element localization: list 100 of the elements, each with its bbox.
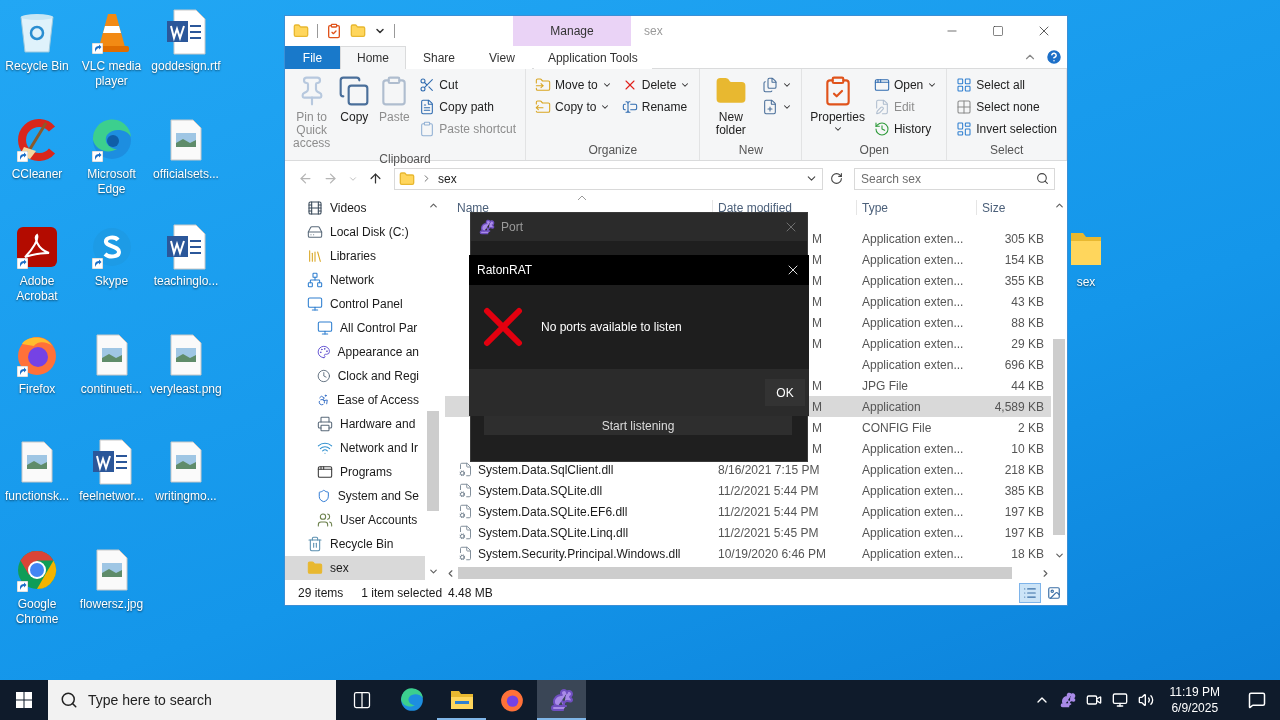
nav-item[interactable]: Network [285,268,425,292]
swirl-icon [399,688,424,712]
date-modified: 11/2/2021 5:44 PM [717,504,820,519]
up-icon [368,171,383,186]
trash-icon [307,536,323,552]
column-header[interactable]: Size [976,200,1048,215]
nav-item[interactable]: Local Disk (C:) [285,220,425,244]
scrollbar-thumb[interactable] [427,411,439,511]
file-type: Application exten... [861,273,965,288]
network-monitor-icon [1111,692,1128,708]
ribbon-button[interactable]: Delete [618,75,694,95]
back-icon [298,171,313,186]
file-row[interactable]: System.Data.SQLite.dll 11/2/2021 5:44 PM Application exten... 385 KB [445,480,1051,501]
ribbon-button[interactable]: Rename [618,97,694,117]
date-modified: M [812,420,822,435]
file-row[interactable]: System.Data.SQLite.EF6.dll 11/2/2021 5:44 PM Application exten... 197 KB [445,501,1051,522]
clock[interactable]: 11:19 PM 6/9/2025 [1161,684,1228,716]
ribbon-button[interactable]: Select none [953,97,1060,117]
nav-item[interactable]: Clock and Regi [285,364,425,388]
grid-icon [956,99,973,115]
file-name: System.Data.SQLite.EF6.dll [478,504,628,519]
file-row[interactable]: System.Security.Principal.Windows.dll 10/19/2020 6:46 PM Application exten... 18 KB [445,543,1051,564]
column-header[interactable]: Name [451,200,712,215]
nav-item[interactable]: sex [285,556,425,580]
search-icon [1036,171,1049,185]
horizontal-scrollbar[interactable] [445,565,1051,581]
column-header[interactable]: Type [856,200,976,215]
search-field[interactable]: Type here to search [48,680,336,720]
ribbon-button[interactable]: Invert selection [953,119,1060,139]
ribbon-button[interactable]: New folder [706,73,756,143]
nav-item[interactable]: User Accounts [285,508,425,532]
ribbon-button[interactable]: Select all [953,75,1060,95]
file-name: System.Security.Principal.Windows.dll [478,546,681,561]
ribbon-button[interactable]: Open [870,75,941,95]
ribbon-tab[interactable]: File [285,46,340,69]
window-title: sex [643,23,664,40]
program-icon [317,464,333,480]
caret-icon [600,102,611,112]
speaker-icon [1137,692,1154,708]
gear-file-icon [458,462,473,477]
palette-icon [317,344,331,360]
chat-app-icon [90,226,133,268]
nav-item[interactable]: Videos [285,196,425,220]
nav-item[interactable]: Hardware and [285,412,425,436]
search-icon [60,691,78,709]
chevron-down-icon [1053,550,1065,561]
error-icon [483,307,523,347]
nav-item[interactable]: Control Panel [285,292,425,316]
invert-selection-icon [956,121,973,137]
film-icon [307,200,323,216]
help-button[interactable] [1045,48,1063,66]
window-icon [873,77,890,93]
gear-file-icon [458,504,473,519]
video-camera-icon [1085,692,1102,708]
date-modified: 10/19/2020 6:46 PM [717,546,828,561]
date-modified: M [812,252,822,267]
file-type: Application [861,399,922,414]
ribbon-button[interactable]: Copy [336,73,373,152]
nav-item[interactable]: Appearance an [285,340,425,364]
nav-item[interactable]: Recycle Bin [285,532,425,556]
image-file-icon [95,548,128,591]
nav-item[interactable]: System and Se [285,484,425,508]
file-type: Application exten... [861,315,965,330]
refresh-icon [830,172,843,185]
folder-icon [307,560,323,576]
scrollbar-thumb[interactable] [1053,339,1065,535]
file-size: 10 KB [1010,441,1045,456]
ribbon-button[interactable]: Move to [532,75,615,95]
checklist-icon[interactable] [326,23,342,39]
scrollbar-thumb[interactable] [458,567,1012,579]
shield-icon [317,488,331,504]
view-button[interactable] [1019,583,1041,603]
nav-item[interactable]: Libraries [285,244,425,268]
search-field[interactable]: Search sex [854,167,1055,190]
gear-file-icon [458,483,473,498]
clock-icon [317,368,331,384]
file-size: 4,589 KB [993,399,1045,414]
ok-button[interactable]: OK [765,379,805,406]
file-size: 305 KB [1003,231,1045,246]
date-modified: M [812,336,822,351]
file-type: Application exten... [861,357,965,372]
address-bar[interactable]: sex [394,167,823,190]
folder-copy-icon [535,99,552,115]
ribbon-button[interactable]: History [870,119,941,139]
nav-item[interactable]: All Control Par [285,316,425,340]
nav-item[interactable]: Programs [285,460,425,484]
selection-count: 1 item selected [361,586,443,600]
ribbon-tab[interactable]: Home [340,46,406,69]
nav-item[interactable]: Network and Ir [285,436,425,460]
ribbon-button[interactable]: Copy path [416,97,520,117]
ribbon-button[interactable]: Properties [808,73,867,143]
nav-item[interactable]: Ease of Access [285,388,425,412]
rat-icon [1059,692,1076,708]
file-row[interactable]: System.Data.SQLite.Linq.dll 11/2/2021 5:45 PM Application exten... 197 KB [445,522,1051,543]
sort-caret-icon [577,196,587,201]
folder-arrow-icon [535,77,552,93]
ribbon-button[interactable]: Cut [416,75,520,95]
file-type: Application exten... [861,231,965,246]
file-row[interactable]: System.Data.SqlClient.dll 8/16/2021 7:15 PM Application exten... 218 KB [445,459,1051,480]
ribbon-button[interactable]: Copy to [532,97,615,117]
